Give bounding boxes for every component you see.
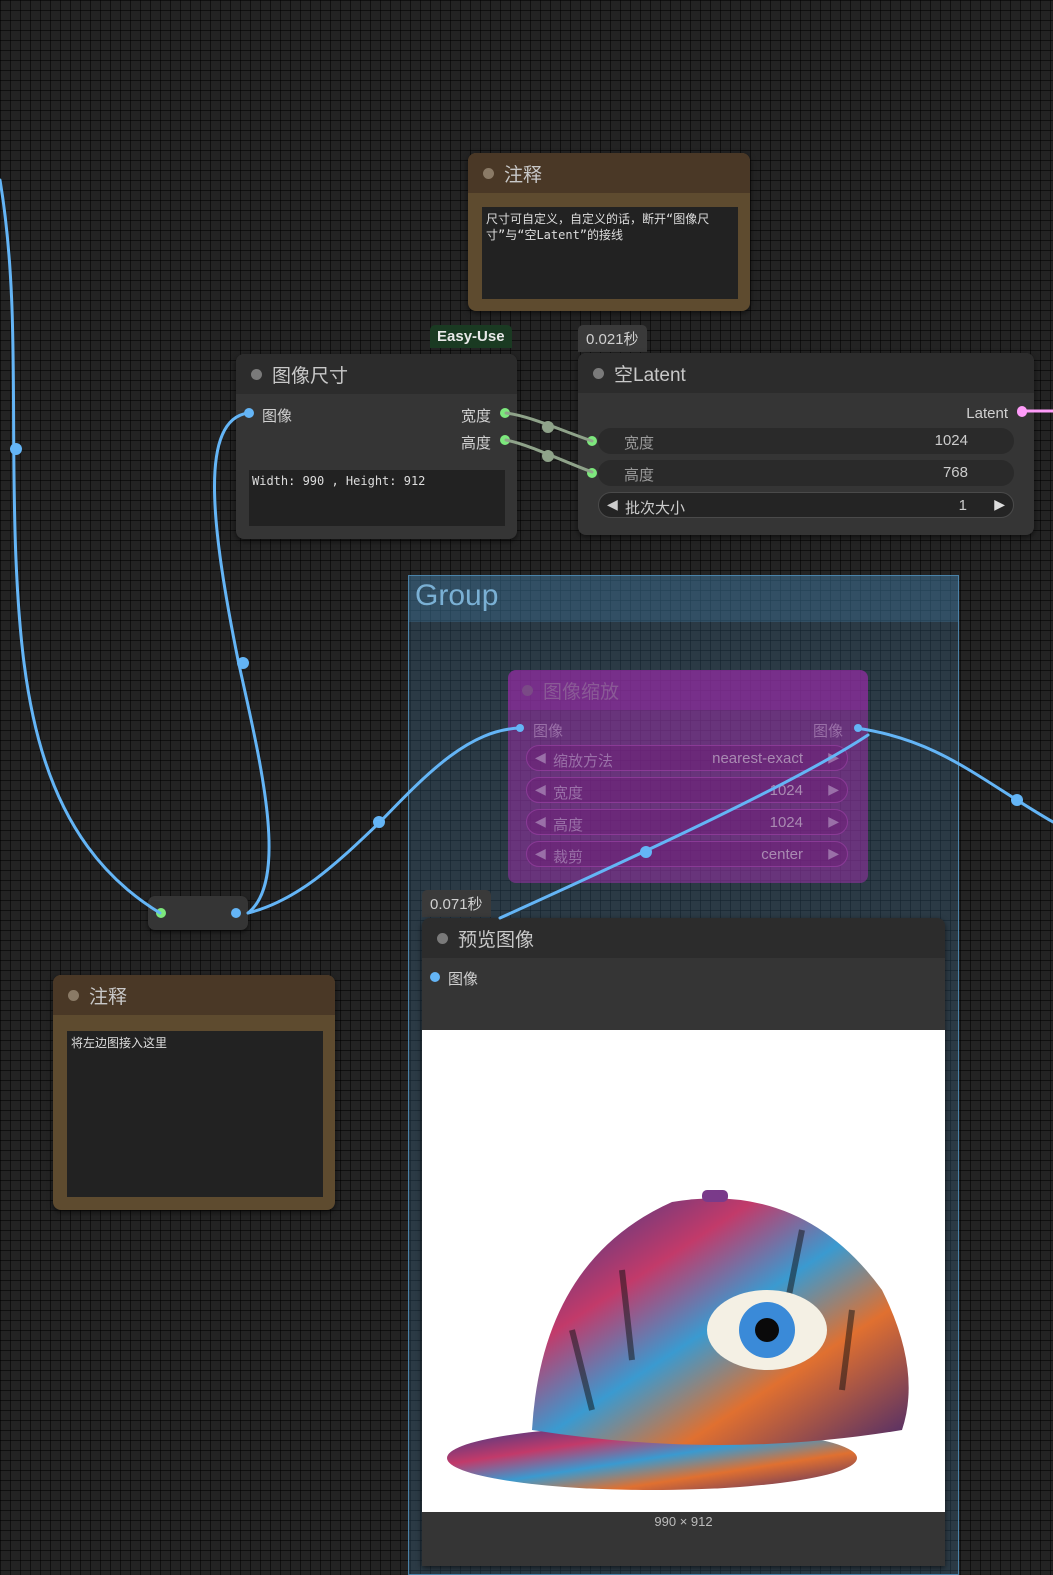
width-widget[interactable]: ◀ 宽度 1024 ▶ <box>526 777 848 803</box>
image-dimensions: 990 × 912 <box>654 1514 713 1529</box>
node-header[interactable]: 预览图像 <box>422 918 945 958</box>
input-label: 图像 <box>448 971 479 988</box>
node-title: 空Latent <box>614 364 686 386</box>
preview-image[interactable] <box>422 1030 945 1512</box>
reroute-input-slot[interactable] <box>156 908 166 918</box>
preview-image-node[interactable]: 预览图像 图像 990 × 912 <box>422 918 945 1566</box>
arrow-right-icon[interactable]: ▶ <box>828 845 839 862</box>
node-title: 图像尺寸 <box>272 365 349 387</box>
note-title: 注释 <box>504 164 543 186</box>
height-widget[interactable]: 高度 768 <box>598 460 1014 486</box>
input-label: 图像 <box>262 408 293 425</box>
collapse-dot-icon[interactable] <box>251 368 262 380</box>
node-header[interactable]: 空Latent <box>578 353 1034 393</box>
reroute-node[interactable] <box>148 896 248 930</box>
output-slot-width[interactable] <box>500 408 510 418</box>
reroute-output-slot[interactable] <box>231 908 241 918</box>
timing-badge: 0.071秒 <box>422 890 491 917</box>
input-slot-width[interactable] <box>587 436 597 446</box>
group-title: Group <box>415 579 499 612</box>
node-header[interactable]: 图像尺寸 <box>236 354 517 394</box>
node-title: 图像缩放 <box>543 681 620 703</box>
note-node-top[interactable]: 注释 尺寸可自定义，自定义的话，断开“图像尺寸”与“空Latent”的接线 <box>468 153 750 311</box>
arrow-left-icon[interactable]: ◀ <box>535 813 546 830</box>
output-label-height: 高度 <box>460 435 491 452</box>
arrow-left-icon[interactable]: ◀ <box>535 749 546 766</box>
image-scale-node[interactable]: 图像缩放 图像 图像 ◀ 缩放方法 nearest-exact ▶ ◀ 宽度 1… <box>508 670 868 883</box>
arrow-left-icon[interactable]: ◀ <box>535 781 546 798</box>
image-size-node[interactable]: 图像尺寸 图像 宽度 高度 Width: 990 , Height: 912 <box>236 354 517 539</box>
info-textarea[interactable]: Width: 990 , Height: 912 <box>249 470 505 526</box>
collapse-dot-icon[interactable] <box>522 684 533 696</box>
note-header[interactable]: 注释 <box>53 975 335 1015</box>
batch-size-widget[interactable]: ◀ 批次大小 1 ▶ <box>598 492 1014 518</box>
note-title: 注释 <box>89 986 128 1008</box>
width-widget[interactable]: 宽度 1024 <box>598 428 1014 454</box>
collapse-dot-icon[interactable] <box>593 367 604 379</box>
output-label-width: 宽度 <box>460 408 491 425</box>
arrow-left-icon[interactable]: ◀ <box>607 496 618 513</box>
node-header[interactable]: 图像缩放 <box>508 670 868 710</box>
output-slot-latent[interactable] <box>1017 407 1027 417</box>
note-textarea[interactable]: 将左边图接入这里 <box>67 1031 323 1197</box>
node-badge: Easy-Use <box>430 325 512 348</box>
input-slot-image[interactable] <box>430 972 440 982</box>
note-textarea[interactable]: 尺寸可自定义，自定义的话，断开“图像尺寸”与“空Latent”的接线 <box>482 207 738 299</box>
crop-widget[interactable]: ◀ 裁剪 center ▶ <box>526 841 848 867</box>
collapse-dot-icon[interactable] <box>483 167 494 179</box>
arrow-right-icon[interactable]: ▶ <box>994 496 1005 513</box>
timing-badge: 0.021秒 <box>578 325 647 352</box>
height-widget[interactable]: ◀ 高度 1024 ▶ <box>526 809 848 835</box>
input-slot-height[interactable] <box>587 468 597 478</box>
input-label: 图像 <box>533 723 564 740</box>
input-slot-image[interactable] <box>244 408 254 418</box>
collapse-dot-icon[interactable] <box>68 989 79 1001</box>
scale-method-widget[interactable]: ◀ 缩放方法 nearest-exact ▶ <box>526 745 848 771</box>
output-label: 图像 <box>812 723 843 740</box>
node-title: 预览图像 <box>458 929 535 951</box>
group-header[interactable]: Group <box>409 576 958 622</box>
arrow-right-icon[interactable]: ▶ <box>828 781 839 798</box>
cap-image <box>447 1190 909 1490</box>
collapse-dot-icon[interactable] <box>437 932 448 944</box>
empty-latent-node[interactable]: 空Latent Latent 宽度 1024 高度 768 ◀ 批次大小 1 ▶ <box>578 353 1034 535</box>
note-node-left[interactable]: 注释 将左边图接入这里 <box>53 975 335 1210</box>
arrow-right-icon[interactable]: ▶ <box>828 749 839 766</box>
output-slot-height[interactable] <box>500 435 510 445</box>
note-header[interactable]: 注释 <box>468 153 750 193</box>
arrow-left-icon[interactable]: ◀ <box>535 845 546 862</box>
output-label-latent: Latent <box>966 405 1008 422</box>
arrow-right-icon[interactable]: ▶ <box>828 813 839 830</box>
